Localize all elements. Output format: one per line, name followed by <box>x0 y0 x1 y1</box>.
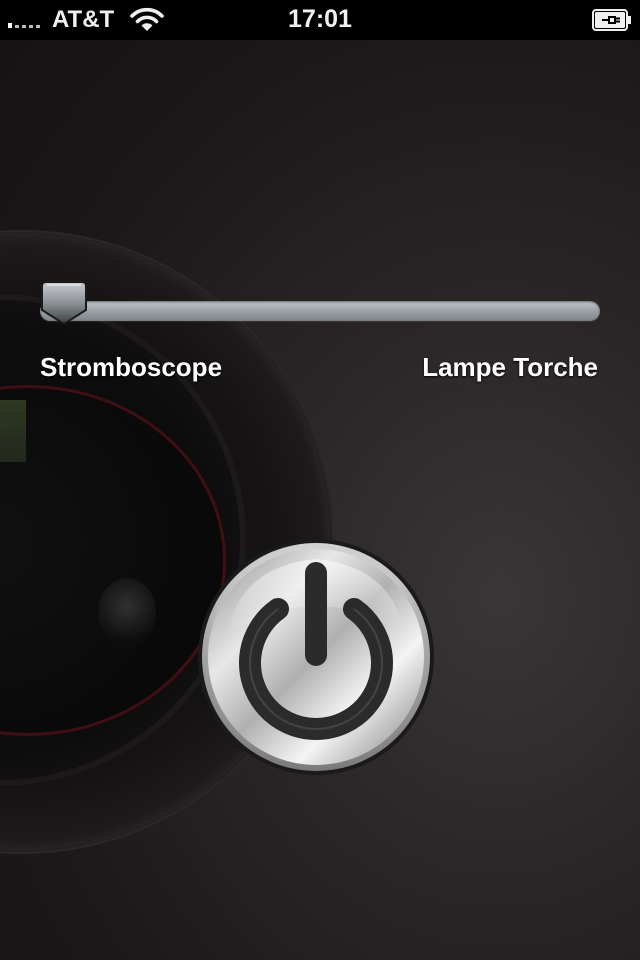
power-button[interactable] <box>194 537 438 777</box>
lens-glare-decoration <box>98 578 156 648</box>
status-bar: AT&T 17:01 <box>0 0 640 40</box>
mode-slider[interactable] <box>40 281 600 328</box>
strobe-label: Stromboscope <box>40 352 223 382</box>
battery-charging-icon <box>592 9 631 31</box>
slider-thumb-icon[interactable] <box>40 280 88 326</box>
lens-reflection-decoration <box>0 400 26 462</box>
status-time: 17:01 <box>288 5 352 33</box>
slider-track[interactable] <box>40 301 600 321</box>
torch-label: Lampe Torche <box>422 352 598 382</box>
app-screen: AT&T 17:01 Stromboscope Lampe Torche <box>0 0 640 960</box>
